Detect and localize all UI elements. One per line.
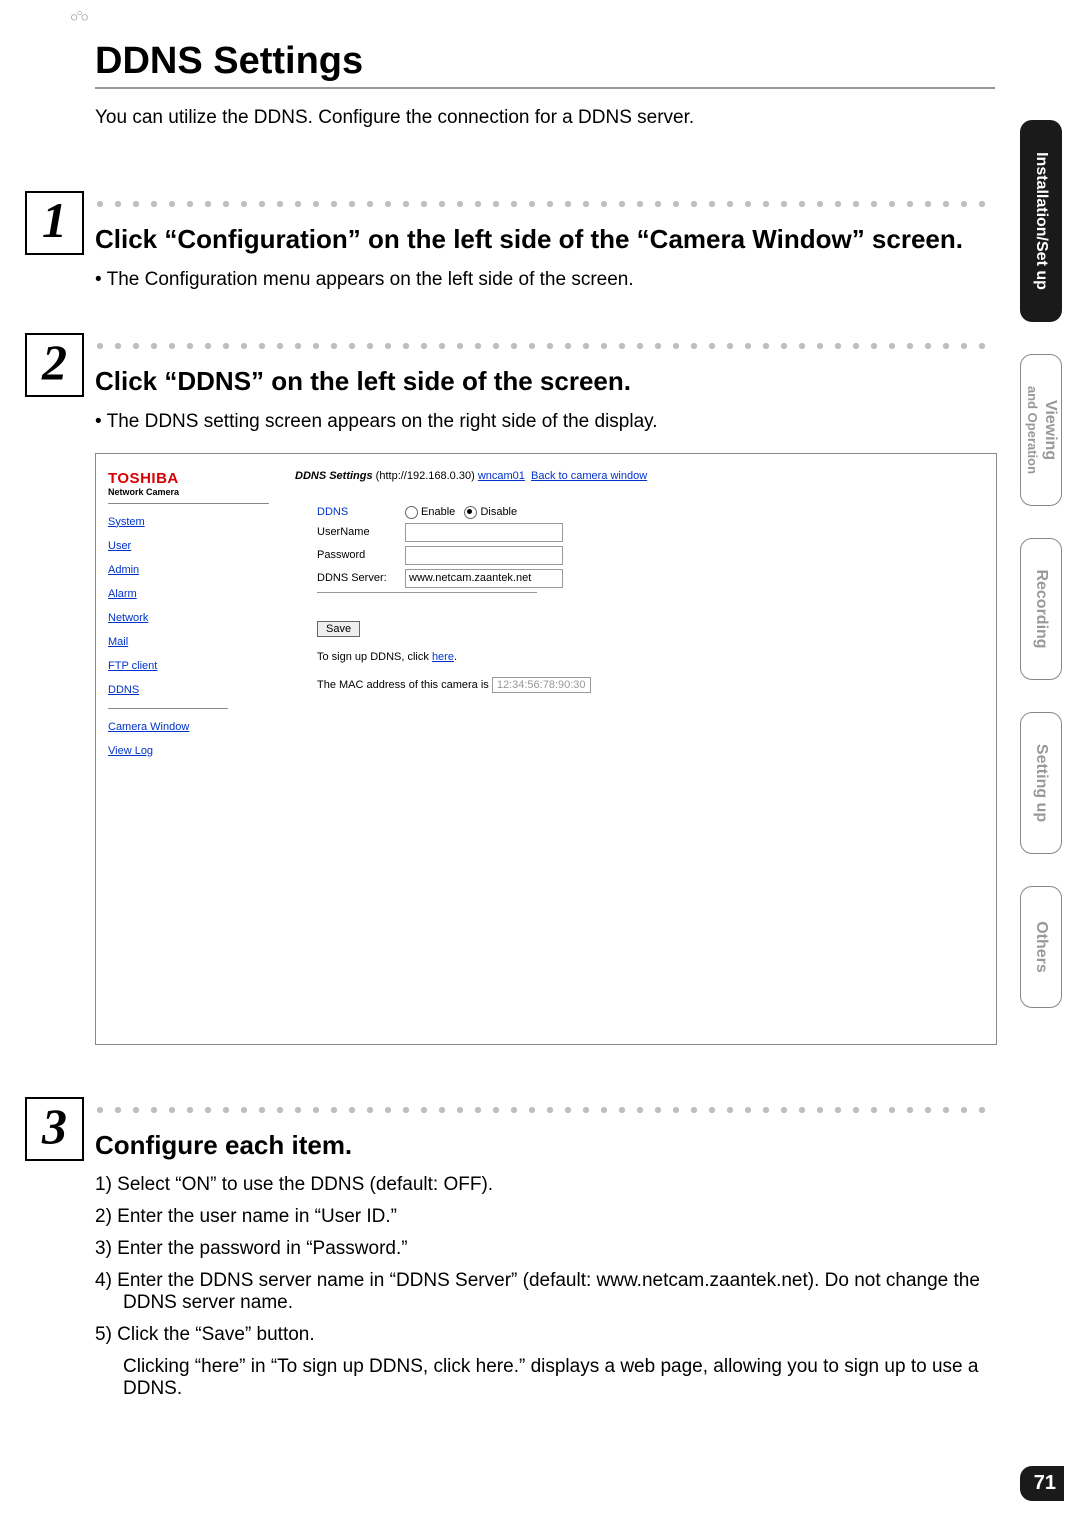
ddns-enable-radio[interactable] <box>405 506 418 519</box>
tab-others[interactable]: Others <box>1020 886 1062 1008</box>
tab-viewing-label: Viewing and Operation <box>1023 386 1059 474</box>
nav-user[interactable]: User <box>108 540 269 552</box>
step-2-title: Click “DDNS” on the left side of the scr… <box>95 365 995 399</box>
tab-viewing[interactable]: Viewing and Operation <box>1020 354 1062 506</box>
step-1: 1 Click “Configuration” on the left side… <box>95 199 995 291</box>
screenshot-sidebar: TOSHIBA Network Camera System User Admin… <box>96 454 281 1044</box>
nav-mail[interactable]: Mail <box>108 636 269 648</box>
intro-text: You can utilize the DDNS. Configure the … <box>95 107 1030 129</box>
save-button[interactable]: Save <box>317 621 360 637</box>
title-divider <box>95 87 995 89</box>
signup-here-link[interactable]: here <box>432 651 454 663</box>
form-divider <box>317 592 537 593</box>
step-1-number: 1 <box>25 191 84 255</box>
step-3-item-5: 5) Click the “Save” button. <box>95 1324 995 1346</box>
dots-divider <box>95 341 995 355</box>
screenshot-header: DDNS Settings (http://192.168.0.30) wnca… <box>295 470 982 482</box>
page-number-badge: 71 <box>1020 1466 1064 1501</box>
username-input[interactable] <box>405 523 563 542</box>
tab-installation[interactable]: Installation/Set up <box>1020 120 1062 322</box>
step-1-bullet: • The Configuration menu appears on the … <box>95 269 995 291</box>
ddns-server-input[interactable] <box>405 569 563 588</box>
tab-setting-up[interactable]: Setting up <box>1020 712 1062 854</box>
mac-text: The MAC address of this camera is 12:34:… <box>317 677 982 693</box>
signup-pre: To sign up DDNS, click <box>317 651 432 663</box>
step-3-item-4: 4) Enter the DDNS server name in “DDNS S… <box>95 1270 995 1314</box>
step-2: 2 Click “DDNS” on the left side of the s… <box>95 341 995 1045</box>
decorative-bubbles: ○○○ <box>70 8 87 25</box>
back-to-camera-link[interactable]: Back to camera window <box>531 470 647 482</box>
mac-address-box: 12:34:56:78:90:30 <box>492 677 591 693</box>
nav-alarm[interactable]: Alarm <box>108 588 269 600</box>
ddns-server-label: DDNS Server: <box>317 572 405 584</box>
brand-logo: TOSHIBA <box>108 470 269 487</box>
ddns-disable-radio[interactable] <box>464 506 477 519</box>
tab-recording-label: Recording <box>1032 569 1050 648</box>
nav-admin[interactable]: Admin <box>108 564 269 576</box>
nav-network[interactable]: Network <box>108 612 269 624</box>
nav-view-log[interactable]: View Log <box>108 745 269 757</box>
dots-divider <box>95 199 995 213</box>
step-3-number: 3 <box>25 1097 84 1161</box>
nav-ddns[interactable]: DDNS <box>108 684 269 696</box>
page-title: DDNS Settings <box>95 40 1030 83</box>
step-2-bullet: • The DDNS setting screen appears on the… <box>95 411 995 433</box>
header-ip: (http://192.168.0.30) <box>373 470 478 482</box>
step-2-number: 2 <box>25 333 84 397</box>
tab-others-label: Others <box>1032 921 1050 973</box>
mac-pre: The MAC address of this camera is <box>317 679 492 691</box>
dots-divider <box>95 1105 995 1119</box>
signup-post: . <box>454 651 457 663</box>
tab-installation-label: Installation/Set up <box>1032 152 1050 290</box>
nav-separator <box>108 708 228 709</box>
ddns-settings-screenshot: TOSHIBA Network Camera System User Admin… <box>95 453 997 1045</box>
nav-camera-window[interactable]: Camera Window <box>108 721 269 733</box>
step-3-item-2: 2) Enter the user name in “User ID.” <box>95 1206 995 1228</box>
nav-ftp-client[interactable]: FTP client <box>108 660 269 672</box>
step-3-item-1: 1) Select “ON” to use the DDNS (default:… <box>95 1174 995 1196</box>
side-tabs: Installation/Set up Viewing and Operatio… <box>1020 120 1062 1040</box>
header-title: DDNS Settings <box>295 470 373 482</box>
header-camera-link[interactable]: wncam01 <box>478 470 525 482</box>
tab-setting-up-label: Setting up <box>1032 744 1050 822</box>
password-input[interactable] <box>405 546 563 565</box>
ddns-label: DDNS <box>317 506 405 518</box>
tab-recording[interactable]: Recording <box>1020 538 1062 680</box>
username-label: UserName <box>317 526 405 538</box>
step-3: 3 Configure each item. 1) Select “ON” to… <box>95 1105 995 1401</box>
password-label: Password <box>317 549 405 561</box>
step-3-note: Clicking “here” in “To sign up DDNS, cli… <box>95 1356 995 1400</box>
enable-label: Enable <box>421 506 455 518</box>
disable-label: Disable <box>480 506 517 518</box>
step-3-item-3: 3) Enter the password in “Password.” <box>95 1238 995 1260</box>
step-1-title: Click “Configuration” on the left side o… <box>95 223 995 257</box>
signup-text: To sign up DDNS, click here. <box>317 651 982 663</box>
brand-subtitle: Network Camera <box>108 487 269 504</box>
step-3-title: Configure each item. <box>95 1129 995 1163</box>
nav-system[interactable]: System <box>108 516 269 528</box>
screenshot-main: DDNS Settings (http://192.168.0.30) wnca… <box>281 454 996 1044</box>
